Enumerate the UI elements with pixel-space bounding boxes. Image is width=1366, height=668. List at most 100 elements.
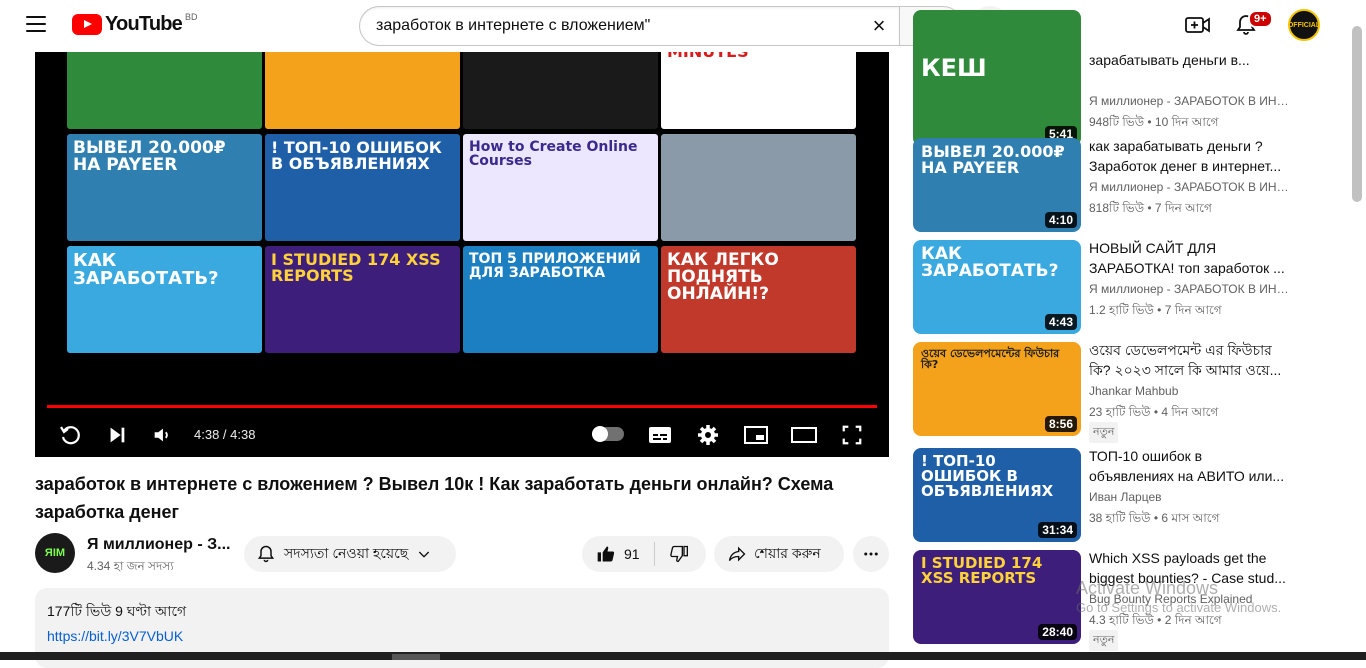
search-bar: × xyxy=(359,6,963,46)
time-display: 4:38 / 4:38 xyxy=(194,427,256,442)
thumbnail-text: ! ТОП-10 ОШИБОК В ОБЪЯВЛЕНИЯХ xyxy=(921,452,1054,500)
duration-badge: 4:10 xyxy=(1044,212,1077,228)
thumbs-down-icon xyxy=(669,545,688,563)
subtitles-button[interactable] xyxy=(645,420,675,450)
endscreen-tile-text: КАК ЛЕГКО ПОДНЯТЬ ОНЛАЙН!? xyxy=(667,250,779,304)
dislike-button[interactable] xyxy=(655,536,703,572)
theater-mode-button[interactable] xyxy=(789,420,819,450)
miniplayer-icon xyxy=(744,426,768,444)
description-link[interactable]: https://bit.ly/3V7VbUK xyxy=(47,628,877,644)
endscreen-video-tile[interactable]: КЕШ xyxy=(67,52,262,129)
clear-search-icon[interactable]: × xyxy=(867,14,891,38)
endscreen-video-tile[interactable]: ৩য় ক্লাস Setup Hacking Lab xyxy=(463,52,658,129)
thumbnail-text: I STUDIED 174 XSS REPORTS xyxy=(921,554,1043,587)
recommended-channel-name[interactable]: Я миллионер - ЗАРАБОТОК В ИНТ... xyxy=(1089,282,1289,296)
video-thumbnail[interactable]: ВЫВЕЛ 20.000₽ НА PAYEER 4:10 xyxy=(913,138,1081,232)
fullscreen-button[interactable] xyxy=(837,420,867,450)
recommended-channel-name[interactable]: Bug Bounty Reports Explained xyxy=(1089,592,1289,606)
recommended-video[interactable]: КЕШ 5:41 зарабатывать деньги в... Я миллион… xyxy=(913,10,1293,148)
horizontal-scroll-thumb[interactable] xyxy=(392,654,440,660)
endscreen-tile-text: ТОП 5 ПРИЛОЖЕНИЙ ДЛЯ ЗАРАБОТКА xyxy=(469,251,641,281)
more-actions-button[interactable] xyxy=(853,536,889,572)
chevron-down-icon xyxy=(419,551,430,558)
recommended-video-title[interactable]: зарабатывать деньги в... xyxy=(1089,50,1289,70)
video-player[interactable]: КЕШওয়েব ডেভেলপমেন্টের ফিউচার কি?৩য় ক্ল… xyxy=(35,52,889,457)
thumbnail-text: КЕШ xyxy=(921,54,987,82)
volume-icon xyxy=(154,428,168,442)
recommended-video-stats: 38 হাটি ভিউ • 6 মাস আগে xyxy=(1089,511,1220,525)
masthead: YouTube BD × 9+ OFFICIAL xyxy=(0,0,1366,52)
country-code: BD xyxy=(184,11,198,22)
skip-next-icon xyxy=(110,427,125,443)
page-scrollbar[interactable] xyxy=(1352,26,1362,202)
endscreen-grid: КЕШওয়েব ডেভেলপমেন্টের ফিউচার কি?৩য় ক্ল… xyxy=(67,52,856,353)
autoplay-toggle[interactable] xyxy=(592,426,624,442)
endscreen-video-tile[interactable]: How to Create Online Courses xyxy=(463,134,658,241)
endscreen-video-tile[interactable]: JAVASCRIPT IN 20 MINUTES xyxy=(661,52,856,129)
channel-name[interactable]: Я миллионер - З... xyxy=(87,536,230,554)
recommended-channel-name[interactable]: Я миллионер - ЗАРАБОТОК В ИНТ... xyxy=(1089,94,1289,108)
video-thumbnail[interactable]: ! ТОП-10 ОШИБОК В ОБЪЯВЛЕНИЯХ 31:34 xyxy=(913,448,1081,542)
endscreen-tile-text: I STUDIED 174 XSS REPORTS xyxy=(271,250,441,285)
progress-bar[interactable] xyxy=(47,405,877,408)
menu-icon[interactable] xyxy=(26,16,46,32)
channel-avatar[interactable]: ЯIМ xyxy=(35,533,75,573)
endscreen-video-tile[interactable]: КАК ЗАРАБОТАТЬ? xyxy=(67,246,262,353)
bell-icon xyxy=(257,545,275,563)
recommended-video[interactable]: I STUDIED 174 XSS REPORTS 28:40 Which XSS … xyxy=(913,548,1293,651)
like-count: 91 xyxy=(624,546,640,562)
recommended-video-title[interactable]: НОВЫЙ САЙТ ДЛЯ ЗАРАБОТКА! топ заработок … xyxy=(1089,238,1289,278)
duration-badge: 8:56 xyxy=(1044,416,1077,432)
settings-button[interactable] xyxy=(693,420,723,450)
recommended-video[interactable]: КАК ЗАРАБОТАТЬ? 4:43 НОВЫЙ САЙТ ДЛЯ ЗАРАБО… xyxy=(913,240,1293,336)
like-button[interactable]: 91 xyxy=(582,536,654,572)
miniplayer-button[interactable] xyxy=(741,420,771,450)
create-video-button[interactable] xyxy=(1185,14,1211,41)
endscreen-video-tile[interactable]: КАК ЛЕГКО ПОДНЯТЬ ОНЛАЙН!? xyxy=(661,246,856,353)
recommended-channel-name[interactable]: Иван Ларцев xyxy=(1089,490,1289,504)
recommended-video-stats: 1.2 হাটি ভিউ • 7 দিন আগে xyxy=(1089,303,1222,317)
endscreen-video-tile[interactable]: ВЫВЕЛ 20.000₽ НА PAYEER xyxy=(67,134,262,241)
thumbnail-text: КАК ЗАРАБОТАТЬ? xyxy=(921,244,1059,281)
search-input[interactable] xyxy=(359,6,899,46)
recommended-video-title[interactable]: ওয়েব ডেভেলপমেন্ট এর ফিউচার কি? ২০২৩ সাল… xyxy=(1089,340,1289,380)
endscreen-tile-text: How to Create Online Courses xyxy=(469,139,638,169)
recommended-video-title[interactable]: как зарабатывать деньги ? Заработок дене… xyxy=(1089,136,1289,176)
player-controls: 4:38 / 4:38 xyxy=(35,412,889,457)
endscreen-video-tile[interactable]: ТОП 5 ПРИЛОЖЕНИЙ ДЛЯ ЗАРАБОТКА xyxy=(463,246,658,353)
thumbnail-text: ВЫВЕЛ 20.000₽ НА PAYEER xyxy=(921,142,1065,177)
recommended-video[interactable]: ওয়েব ডেভেলপমেন্টের ফিউচার কি? 8:56 ওয়েব … xyxy=(913,340,1293,443)
recommended-video-title[interactable]: Which XSS payloads get the biggest bount… xyxy=(1089,548,1289,588)
video-thumbnail[interactable]: КАК ЗАРАБОТАТЬ? 4:43 xyxy=(913,240,1081,334)
subscribed-button[interactable]: সদস্যতা নেওয়া হয়েছে xyxy=(244,536,456,572)
horizontal-scrollbar[interactable] xyxy=(0,652,1366,660)
replay-icon xyxy=(60,426,80,445)
more-dots-icon xyxy=(864,552,878,556)
endscreen-video-tile[interactable] xyxy=(661,134,856,241)
video-thumbnail[interactable]: I STUDIED 174 XSS REPORTS 28:40 xyxy=(913,550,1081,644)
video-thumbnail[interactable]: ওয়েব ডেভেলপমেন্টের ফিউচার কি? 8:56 xyxy=(913,342,1081,436)
recommended-video-stats: 948টি ভিউ • 10 দিন আগে xyxy=(1089,115,1219,129)
endscreen-video-tile[interactable]: ওয়েব ডেভেলপমেন্টের ফিউচার কি? xyxy=(265,52,460,129)
next-button[interactable] xyxy=(102,420,132,450)
recommended-video-title[interactable]: ТОП-10 ошибок в объявлениях на АВИТО или… xyxy=(1089,446,1289,486)
recommended-channel-name[interactable]: Jhankar Mahbub xyxy=(1089,384,1289,398)
notification-count-badge: 9+ xyxy=(1248,10,1273,28)
endscreen-tile-text: КАК ЗАРАБОТАТЬ? xyxy=(73,250,219,289)
recommended-channel-name[interactable]: Я миллионер - ЗАРАБОТОК В ИНТ... xyxy=(1089,180,1289,194)
thumbs-up-icon xyxy=(597,546,615,562)
video-thumbnail[interactable]: КЕШ 5:41 xyxy=(913,10,1081,146)
recommended-video-stats: 818টি ভিউ • 7 দিন আগে xyxy=(1089,201,1212,215)
replay-button[interactable] xyxy=(55,420,85,450)
share-label: শেয়ার করুন xyxy=(754,545,821,561)
like-dislike-group: 91 xyxy=(582,536,706,572)
account-avatar[interactable]: OFFICIAL xyxy=(1288,9,1320,41)
youtube-logo[interactable]: YouTube BD xyxy=(72,11,198,36)
recommended-video[interactable]: ВЫВЕЛ 20.000₽ НА PAYEER 4:10 как зарабатыв… xyxy=(913,138,1293,234)
volume-button[interactable] xyxy=(147,420,177,450)
share-icon xyxy=(728,546,746,562)
endscreen-video-tile[interactable]: I STUDIED 174 XSS REPORTS xyxy=(265,246,460,353)
endscreen-video-tile[interactable]: ! ТОП-10 ОШИБОК В ОБЪЯВЛЕНИЯХ xyxy=(265,134,460,241)
recommended-video[interactable]: ! ТОП-10 ОШИБОК В ОБЪЯВЛЕНИЯХ 31:34 ТОП-10… xyxy=(913,448,1293,544)
share-button[interactable]: শেয়ার করুন xyxy=(714,536,844,572)
